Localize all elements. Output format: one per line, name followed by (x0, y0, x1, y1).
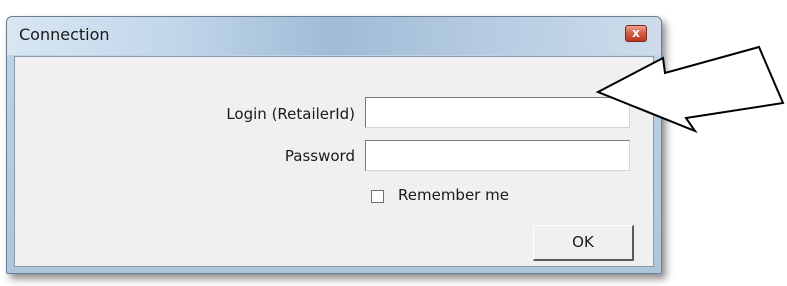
remember-me-label[interactable]: Remember me (398, 186, 509, 204)
close-button[interactable]: x (625, 25, 647, 42)
window-title: Connection (19, 25, 110, 44)
password-label: Password (284, 147, 355, 165)
password-input[interactable] (365, 140, 630, 171)
remember-me-checkbox[interactable] (371, 190, 384, 203)
connection-dialog: Connection x Login (RetailerId) Password… (6, 16, 662, 274)
login-label: Login (RetailerId) (226, 105, 355, 123)
ok-button[interactable]: OK (533, 225, 634, 261)
title-bar[interactable]: Connection x (7, 17, 661, 55)
login-input[interactable] (365, 97, 630, 128)
close-icon: x (632, 26, 640, 40)
dialog-body: Login (RetailerId) Password Remember me … (14, 56, 654, 267)
screenshot: Connection x Login (RetailerId) Password… (0, 0, 787, 286)
